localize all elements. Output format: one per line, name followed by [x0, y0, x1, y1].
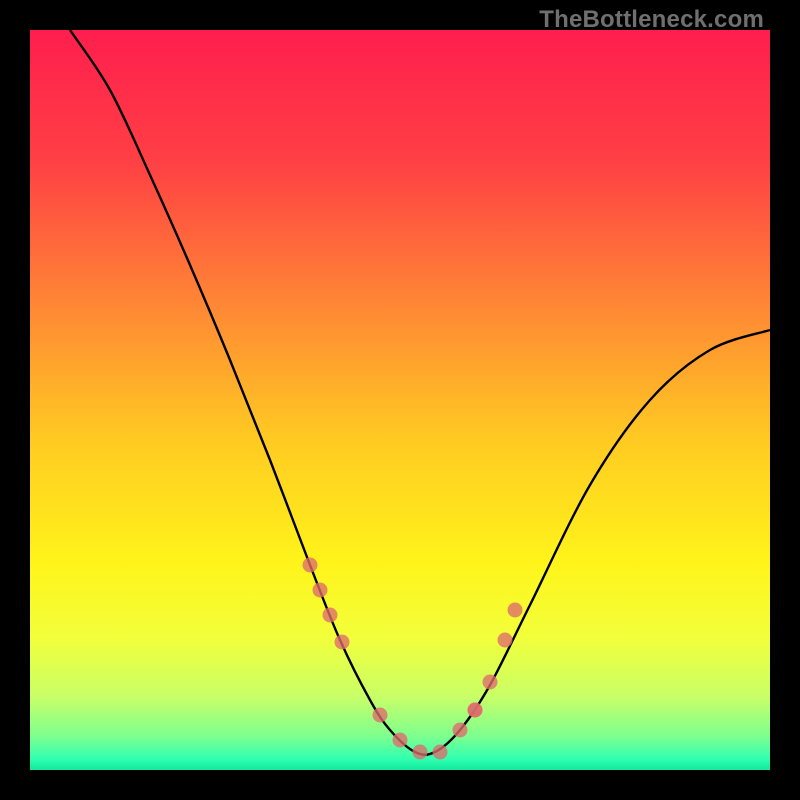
marker-dot: [323, 608, 338, 623]
chart-svg: [30, 30, 770, 770]
watermark-text: TheBottleneck.com: [539, 6, 764, 34]
plot-frame: [30, 30, 770, 770]
marker-dot: [303, 558, 318, 573]
marker-dot: [498, 633, 513, 648]
highlight-dots: [303, 558, 523, 760]
marker-dot: [468, 703, 483, 718]
marker-dot: [433, 745, 448, 760]
bottleneck-curve: [70, 30, 770, 755]
marker-dot: [483, 675, 498, 690]
marker-dot: [508, 603, 523, 618]
marker-dot: [393, 733, 408, 748]
marker-dot: [413, 745, 428, 760]
marker-dot: [335, 635, 350, 650]
marker-dot: [453, 723, 468, 738]
marker-dot: [313, 583, 328, 598]
marker-dot: [373, 708, 388, 723]
